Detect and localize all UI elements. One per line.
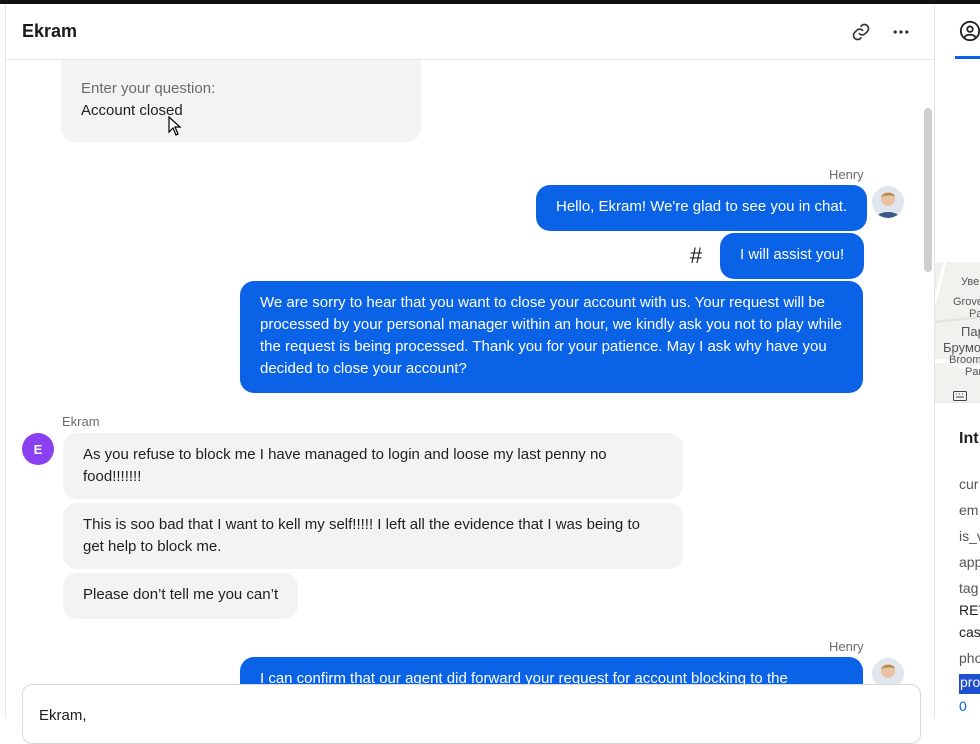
message-bubble: Hello, Ekram! We're glad to see you in c… [536,185,868,231]
active-tab-indicator [955,56,980,59]
hash-icon[interactable]: # [690,243,702,269]
info-field-value: cas [959,624,980,640]
map-label: Пар [961,324,980,339]
map-label: Уве [961,276,980,288]
sidebar-divider [935,402,980,403]
info-field-value: RET [959,602,980,618]
map-label: Par [965,366,980,378]
selected-field-label[interactable]: pro [959,674,980,694]
chat-panel: Ekram Enter your question: Account close… [5,4,935,744]
chat-header: Ekram [6,4,935,60]
info-field-value: 0 [959,698,967,714]
map-label: Pa [969,308,980,320]
message-bubble: We are sorry to hear that you want to cl… [240,281,863,393]
message-bubble: This is soo bad that I want to kell my s… [63,503,683,569]
info-field-label: is_v [959,528,980,544]
details-sidebar: Уве Grove Pa Пар Брумо Broom Par Int cur… [934,4,980,718]
prompt-label: Enter your question: [81,80,216,97]
info-field-label: tag [959,580,979,596]
sender-name: Ekram [62,414,100,429]
info-field-label: pho [959,650,980,666]
sender-name: Henry [829,639,864,654]
info-section-title: Int [959,430,979,447]
sender-name: Henry [829,167,864,182]
info-field-label: cur [959,476,979,492]
location-map[interactable]: Уве Grove Pa Пар Брумо Broom Par [935,262,980,402]
map-label: Брумо [943,340,980,355]
map-label: Grove [953,296,980,308]
mouse-cursor-icon [168,115,182,141]
info-field-label: em [959,502,979,518]
user-circle-icon[interactable] [959,20,980,47]
composer-text[interactable]: Ekram, [39,707,87,724]
more-horizontal-icon[interactable] [889,20,913,44]
link-icon[interactable] [849,20,873,44]
info-field-label: app [959,554,980,570]
thread-scrollbar[interactable] [924,108,932,272]
message-bubble: I will assist you! [720,233,865,279]
customer-avatar: E [22,433,54,465]
map-label: Broom [949,354,980,366]
message-bubble: As you refuse to block me I have managed… [63,433,683,499]
chat-title: Ekram [22,21,78,41]
agent-avatar [872,186,904,218]
message-bubble: Please don’t tell me you can’t [63,573,299,619]
message-composer[interactable]: Ekram, [22,684,921,744]
prompt-card: Enter your question: Account closed [61,60,421,142]
message-thread[interactable]: Enter your question: Account closed Henr… [6,60,935,688]
keyboard-icon[interactable] [953,388,967,402]
